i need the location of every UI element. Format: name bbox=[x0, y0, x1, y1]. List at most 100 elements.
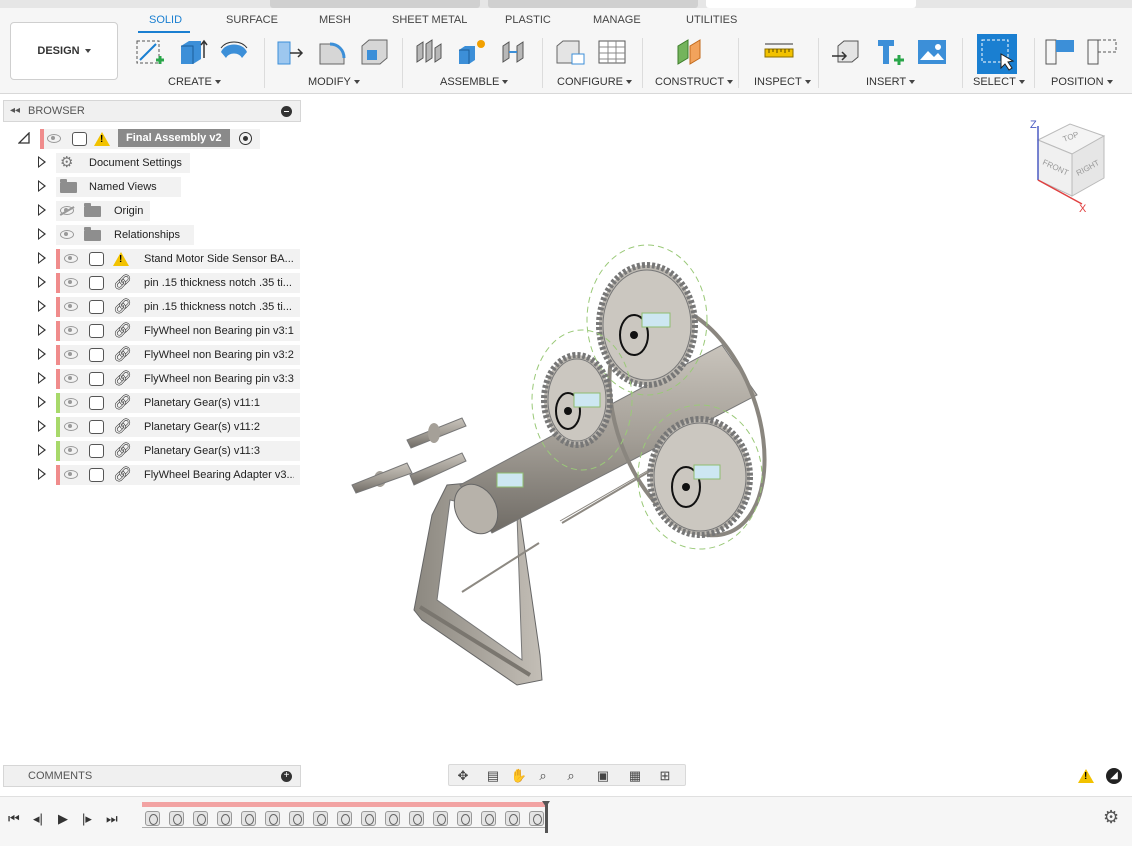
expand-triangle-icon[interactable] bbox=[38, 300, 46, 312]
visibility-eye-icon[interactable] bbox=[64, 470, 78, 479]
loose-pin-2[interactable] bbox=[406, 417, 467, 449]
timeline-feature-icon[interactable] bbox=[193, 811, 208, 826]
tab-manage[interactable]: MANAGE bbox=[593, 14, 641, 26]
timeline-feature-icon[interactable] bbox=[433, 811, 448, 826]
timeline-feature-icon[interactable] bbox=[337, 811, 352, 826]
new-component-icon[interactable] bbox=[414, 36, 446, 68]
insert-derive-icon[interactable] bbox=[830, 36, 862, 68]
browser-item-row[interactable]: 🔗︎ FlyWheel non Bearing pin v3:1 bbox=[0, 321, 300, 341]
tab-solid[interactable]: SOLID bbox=[149, 14, 182, 26]
visibility-eye-icon[interactable] bbox=[64, 422, 78, 431]
visibility-eye-icon[interactable] bbox=[64, 326, 78, 335]
revert-position-icon[interactable] bbox=[1086, 36, 1118, 68]
visibility-eye-icon[interactable] bbox=[47, 134, 61, 143]
collapse-browser-button[interactable] bbox=[281, 106, 292, 117]
insert-mcmaster-icon[interactable] bbox=[874, 36, 906, 68]
timeline-feature-icon[interactable] bbox=[385, 811, 400, 826]
play-icon[interactable]: ▶ bbox=[58, 811, 68, 827]
browser-item-row[interactable]: Relationships bbox=[0, 225, 300, 245]
expand-triangle-icon[interactable] bbox=[38, 252, 46, 264]
3d-viewport[interactable] bbox=[302, 95, 1132, 760]
visibility-eye-icon[interactable] bbox=[64, 302, 78, 311]
pan-icon[interactable]: ✋ bbox=[509, 768, 529, 784]
expand-triangle-icon[interactable] bbox=[38, 444, 46, 456]
create-sketch-icon[interactable] bbox=[134, 36, 166, 68]
browser-item-row[interactable]: 🔗︎ Planetary Gear(s) v11:3 bbox=[0, 441, 300, 461]
visibility-eye-icon[interactable] bbox=[64, 374, 78, 383]
zoom-icon[interactable]: ⌕ bbox=[533, 768, 553, 784]
offset-plane-icon[interactable] bbox=[674, 36, 706, 68]
warning-icon[interactable] bbox=[1078, 769, 1094, 783]
timeline-feature-icon[interactable] bbox=[241, 811, 256, 826]
go-to-end-icon[interactable]: ⏭ bbox=[106, 811, 118, 827]
expand-triangle-icon[interactable] bbox=[38, 180, 46, 192]
step-forward-icon[interactable]: |▸ bbox=[82, 811, 92, 827]
browser-item-row[interactable]: 🔗︎ Planetary Gear(s) v11:2 bbox=[0, 417, 300, 437]
grid-settings-icon[interactable]: ▦ bbox=[625, 768, 645, 784]
select-menu[interactable]: SELECT bbox=[973, 76, 1025, 88]
activate-component-icon[interactable] bbox=[239, 132, 252, 145]
expand-triangle-icon[interactable] bbox=[38, 420, 46, 432]
collapse-panel-icon[interactable]: ◂◂ bbox=[10, 105, 20, 116]
inspect-menu[interactable]: INSPECT bbox=[754, 76, 811, 88]
tab-plastic[interactable]: PLASTIC bbox=[505, 14, 551, 26]
tab-sheet-metal[interactable]: SHEET METAL bbox=[392, 14, 467, 26]
press-pull-icon[interactable] bbox=[274, 36, 306, 68]
timeline-feature-icon[interactable] bbox=[409, 811, 424, 826]
step-back-icon[interactable]: ◂| bbox=[33, 811, 43, 827]
timeline-feature-icon[interactable] bbox=[145, 811, 160, 826]
timeline-feature-icon[interactable] bbox=[289, 811, 304, 826]
browser-item-row[interactable]: 🔗︎ FlyWheel non Bearing pin v3:3 bbox=[0, 369, 300, 389]
expand-triangle-icon[interactable] bbox=[38, 396, 46, 408]
insert-menu[interactable]: INSERT bbox=[866, 76, 916, 88]
assembly-model[interactable] bbox=[351, 244, 794, 686]
go-to-start-icon[interactable]: ⏮ bbox=[8, 811, 20, 827]
expand-triangle-icon[interactable] bbox=[38, 348, 46, 360]
root-component-label[interactable]: Final Assembly v2 bbox=[118, 129, 230, 147]
browser-item-row[interactable]: ⚙ Document Settings bbox=[0, 153, 300, 173]
timeline-feature-icon[interactable] bbox=[361, 811, 376, 826]
timeline-feature-icon[interactable] bbox=[217, 811, 232, 826]
orbit-icon[interactable]: ✥ bbox=[453, 768, 473, 784]
browser-item-row[interactable]: Origin bbox=[0, 201, 300, 221]
browser-item-row[interactable]: 🔗︎ Planetary Gear(s) v11:1 bbox=[0, 393, 300, 413]
timeline-feature-icon[interactable] bbox=[313, 811, 328, 826]
capture-position-icon[interactable] bbox=[1044, 36, 1076, 68]
visibility-eye-icon[interactable] bbox=[60, 206, 74, 215]
assemble-menu[interactable]: ASSEMBLE bbox=[440, 76, 509, 88]
position-menu[interactable]: POSITION bbox=[1051, 76, 1113, 88]
configuration-table-icon[interactable] bbox=[596, 36, 628, 68]
workspace-switcher-button[interactable]: DESIGN bbox=[10, 22, 118, 80]
create-menu[interactable]: CREATE bbox=[168, 76, 221, 88]
timeline-feature-icon[interactable] bbox=[505, 811, 520, 826]
expand-triangle-icon[interactable] bbox=[38, 204, 46, 216]
configure-menu[interactable]: CONFIGURE bbox=[557, 76, 633, 88]
timeline-feature-icon[interactable] bbox=[169, 811, 184, 826]
revolve-icon[interactable] bbox=[218, 36, 250, 68]
timeline-feature-icon[interactable] bbox=[457, 811, 472, 826]
display-settings-icon[interactable]: ▣ bbox=[593, 768, 613, 784]
visibility-eye-icon[interactable] bbox=[64, 398, 78, 407]
document-tab[interactable] bbox=[488, 0, 698, 8]
shell-icon[interactable] bbox=[358, 36, 390, 68]
expand-triangle-icon[interactable] bbox=[38, 372, 46, 384]
insert-canvas-icon[interactable] bbox=[916, 36, 948, 68]
fillet-icon[interactable] bbox=[316, 36, 348, 68]
add-comment-button[interactable]: + bbox=[281, 771, 292, 782]
modify-menu[interactable]: MODIFY bbox=[308, 76, 360, 88]
select-icon[interactable] bbox=[977, 34, 1017, 74]
visibility-eye-icon[interactable] bbox=[60, 230, 74, 239]
visibility-eye-icon[interactable] bbox=[64, 446, 78, 455]
tab-utilities[interactable]: UTILITIES bbox=[686, 14, 737, 26]
expand-triangle-icon[interactable] bbox=[38, 156, 46, 168]
expanded-triangle-icon[interactable] bbox=[18, 132, 30, 144]
fit-icon[interactable]: ⌕ bbox=[561, 768, 581, 784]
measure-icon[interactable] bbox=[763, 36, 795, 68]
tab-mesh[interactable]: MESH bbox=[319, 14, 351, 26]
timeline-feature-icon[interactable] bbox=[529, 811, 544, 826]
expand-triangle-icon[interactable] bbox=[38, 468, 46, 480]
configure-icon[interactable] bbox=[554, 36, 586, 68]
view-cube[interactable]: TOP FRONT RIGHT Z X bbox=[1024, 116, 1120, 216]
expand-triangle-icon[interactable] bbox=[38, 228, 46, 240]
browser-item-row[interactable]: Stand Motor Side Sensor BA... bbox=[0, 249, 300, 269]
